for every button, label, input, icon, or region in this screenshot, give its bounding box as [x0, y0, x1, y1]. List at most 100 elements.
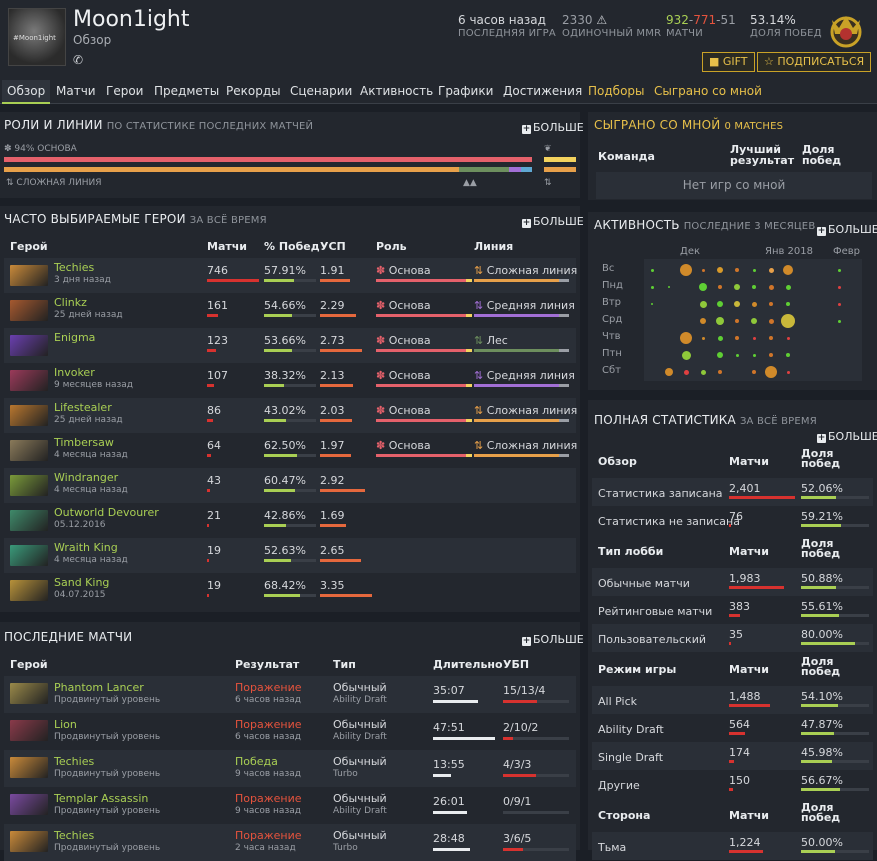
match-row[interactable]: Lion Продвинутый уровень Поражение 6 часов … [4, 713, 576, 750]
stats-row[interactable]: All Pick 1,488 54.10% [592, 686, 873, 714]
activity-dot[interactable] [717, 267, 723, 273]
hero-icon[interactable] [10, 580, 48, 601]
stats-row[interactable]: Статистика не записана 76 59.21% [592, 506, 873, 534]
activity-dot[interactable] [752, 336, 756, 340]
hero-name[interactable]: Lifestealer [54, 401, 112, 414]
activity-dot[interactable] [650, 268, 654, 272]
activity-dot[interactable] [651, 303, 653, 305]
lane-jungle-bar[interactable] [459, 167, 509, 172]
hero-icon[interactable] [10, 370, 48, 391]
activity-dot[interactable] [717, 301, 723, 307]
match-row[interactable]: Techies Продвинутый уровень Победа 9 часов … [4, 750, 576, 787]
lane-mid-bar[interactable] [509, 167, 521, 172]
activity-dot[interactable] [786, 336, 790, 340]
activity-dot[interactable] [837, 302, 841, 306]
activity-dot[interactable] [751, 318, 757, 324]
hero-row[interactable]: Lifestealer 25 дней назад 86 43.02% 2.03 ✽ Ос… [4, 398, 577, 433]
rank-medal-icon[interactable] [826, 10, 866, 52]
activity-dot[interactable] [700, 318, 706, 324]
hero-name[interactable]: Windranger [54, 471, 118, 484]
stats-row[interactable]: Single Draft 174 45.98% [592, 742, 873, 770]
phone-icon[interactable]: ✆ [73, 53, 83, 67]
col-type[interactable]: Тип [333, 658, 356, 671]
activity-dot[interactable] [768, 284, 774, 290]
activity-dot[interactable] [786, 353, 790, 357]
col-best-result[interactable]: Лучший результат [730, 144, 798, 166]
activity-dot[interactable] [769, 302, 773, 306]
stats-row[interactable]: Другие 150 56.67% [592, 770, 873, 798]
hero-row[interactable]: Invoker 9 месяцев назад 107 38.32% 2.13 ✽ Осн… [4, 363, 576, 398]
heroes-more-button[interactable]: БОЛЬШЕ [522, 215, 584, 228]
hero-icon[interactable] [10, 510, 48, 531]
activity-dot[interactable] [765, 366, 777, 378]
match-row[interactable]: Techies Продвинутый уровень Поражение 2 час… [4, 824, 576, 861]
hero-icon[interactable] [10, 831, 48, 852]
col-matches[interactable]: Матчи [729, 455, 769, 468]
activity-dot[interactable] [735, 268, 739, 272]
tab-activity[interactable]: Активность [360, 84, 433, 98]
match-result[interactable]: Поражение [235, 792, 302, 805]
activity-dot[interactable] [752, 268, 756, 272]
activity-dot[interactable] [735, 319, 739, 323]
col-kda[interactable]: УБП [503, 658, 529, 671]
activity-dot[interactable] [699, 283, 707, 291]
activity-dot[interactable] [718, 285, 722, 289]
match-row[interactable]: Phantom Lancer Продвинутый уровень Поражен… [4, 676, 576, 713]
activity-dot[interactable] [768, 318, 774, 324]
activity-dot[interactable] [769, 336, 773, 340]
stats-row[interactable]: Тьма 1,224 50.00% [592, 832, 873, 860]
hero-icon[interactable] [10, 545, 48, 566]
tab-items[interactable]: Предметы [154, 84, 219, 98]
stats-row[interactable]: Ability Draft 564 47.87% [592, 714, 873, 742]
subscribe-button[interactable]: ☆ ПОДПИСАТЬСЯ [757, 52, 872, 72]
hero-name[interactable]: Techies [54, 829, 94, 842]
activity-dot[interactable] [751, 301, 757, 307]
hero-name[interactable]: Timbersaw [54, 436, 114, 449]
stats-row[interactable]: Рейтинговые матчи 383 55.61% [592, 596, 873, 624]
hero-name[interactable]: Templar Assassin [54, 792, 148, 805]
recent-more-button[interactable]: БОЛЬШЕ [522, 633, 584, 646]
lane-support-bar[interactable] [544, 167, 576, 172]
hero-name[interactable]: Phantom Lancer [54, 681, 144, 694]
activity-dot[interactable] [734, 284, 740, 290]
col-team[interactable]: Команда [598, 150, 655, 163]
col-winrate[interactable]: % Побед [264, 240, 320, 253]
hero-icon[interactable] [10, 720, 48, 741]
activity-dot[interactable] [734, 301, 740, 307]
activity-dot[interactable] [752, 285, 756, 289]
role-support-bar[interactable] [544, 157, 576, 162]
hero-row[interactable]: Techies 3 дня назад 746 57.91% 1.91 ✽ Основа ⇅… [4, 258, 577, 293]
activity-dot[interactable] [683, 369, 689, 375]
warning-icon[interactable]: ⚠ [596, 13, 607, 27]
col-kda[interactable]: УСП [320, 240, 346, 253]
hero-row[interactable]: Clinkz 25 дней назад 161 54.66% 2.29 ✽ Основа… [4, 293, 576, 328]
hero-row[interactable]: Windranger 4 месяца назад 43 60.47% 2.92 [4, 468, 576, 503]
col-hero[interactable]: Герой [10, 240, 48, 253]
col-duration[interactable]: Длительность [433, 658, 503, 671]
hero-row[interactable]: Timbersaw 4 месяца назад 64 62.50% 1.97 ✽ Осн… [4, 433, 577, 468]
col-winrate[interactable]: Доля побед [801, 656, 851, 677]
activity-dot[interactable] [837, 319, 841, 323]
activity-dot[interactable] [837, 268, 841, 272]
col-hero[interactable]: Герой [10, 658, 48, 671]
hero-icon[interactable] [10, 300, 48, 321]
hero-icon[interactable] [10, 794, 48, 815]
hero-icon[interactable] [10, 683, 48, 704]
hero-icon[interactable] [10, 265, 48, 286]
activity-dot[interactable] [699, 300, 707, 308]
activity-dot[interactable] [786, 302, 790, 306]
hero-icon[interactable] [10, 335, 48, 356]
activity-dot[interactable] [735, 353, 739, 357]
activity-dot[interactable] [665, 368, 673, 376]
activity-dot[interactable] [783, 265, 793, 275]
col-matches[interactable]: Матчи [729, 545, 769, 558]
hero-name[interactable]: Techies [54, 755, 94, 768]
activity-dot[interactable] [786, 370, 790, 374]
activity-dot[interactable] [785, 284, 791, 290]
col-matches[interactable]: Матчи [729, 663, 769, 676]
activity-dot[interactable] [701, 268, 705, 272]
activity-dot[interactable] [716, 317, 724, 325]
col-winrate[interactable]: Доля побед [802, 144, 852, 166]
hero-row[interactable]: Wraith King 4 месяца назад 19 52.63% 2.65 [4, 538, 576, 573]
col-winrate[interactable]: Доля побед [801, 448, 851, 469]
